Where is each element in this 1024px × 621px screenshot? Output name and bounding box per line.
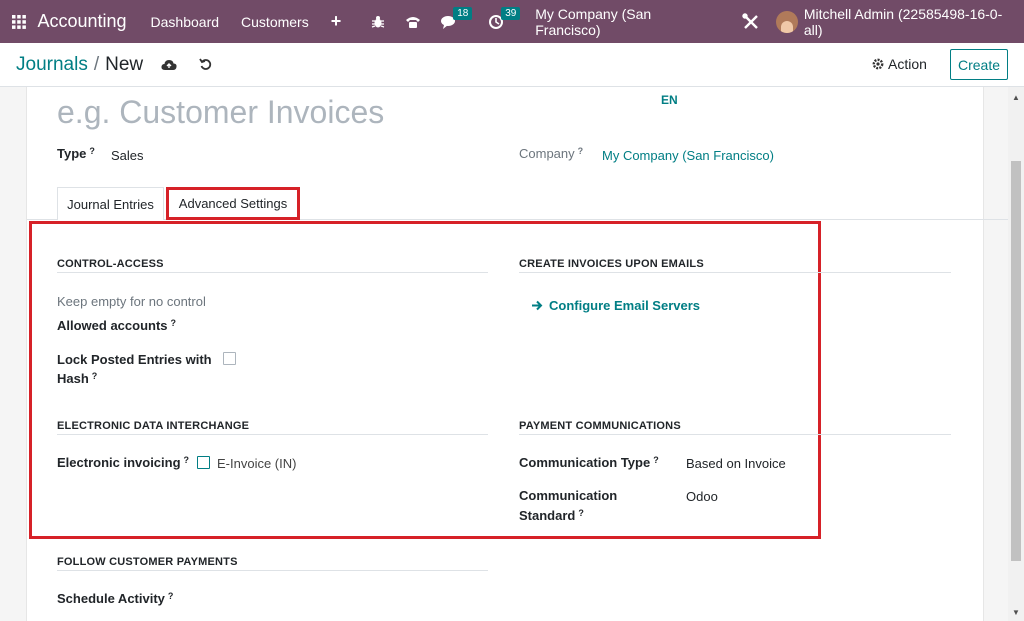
vertical-scrollbar[interactable]: ▲ ▼ xyxy=(1008,87,1024,621)
lock-posted-label-line1: Lock Posted Entries with xyxy=(57,352,212,367)
scroll-down-icon[interactable]: ▼ xyxy=(1012,608,1020,617)
communication-type-select[interactable]: Based on Invoice xyxy=(686,456,786,471)
breadcrumb-current: New xyxy=(105,53,144,75)
language-button[interactable]: EN xyxy=(661,93,678,107)
section-payment-communications: PAYMENT COMMUNICATIONS xyxy=(519,420,681,432)
allowed-accounts-hint: Keep empty for no control xyxy=(57,294,206,309)
activities-badge: 39 xyxy=(501,6,521,20)
section-create-invoices: CREATE INVOICES UPON EMAILS xyxy=(519,258,704,270)
communication-standard-label-line1: Communication xyxy=(519,488,618,503)
breadcrumb-journals[interactable]: Journals xyxy=(16,54,88,75)
menu-customers[interactable]: Customers xyxy=(241,14,309,30)
section-divider xyxy=(519,272,951,273)
messages-icon[interactable]: 18 xyxy=(441,6,473,29)
action-label: Action xyxy=(888,56,927,72)
scrollbar-thumb[interactable] xyxy=(1011,161,1021,561)
tab-advanced-settings[interactable]: Advanced Settings xyxy=(166,187,300,220)
scroll-up-icon[interactable]: ▲ xyxy=(1012,93,1020,102)
company-switcher[interactable]: My Company (San Francisco) xyxy=(535,6,716,38)
communication-type-label: Communication Type? xyxy=(519,455,659,470)
messages-badge: 18 xyxy=(453,6,473,20)
user-name: Mitchell Admin (22585498-16-0-all) xyxy=(803,5,1003,38)
company-field-label: Company? xyxy=(519,146,584,161)
section-divider xyxy=(519,434,951,435)
activities-icon[interactable]: 39 xyxy=(489,6,521,29)
tab-journal-entries[interactable]: Journal Entries xyxy=(57,187,164,220)
gear-icon xyxy=(872,58,884,70)
allowed-accounts-label: Allowed accounts? xyxy=(57,318,177,333)
app-name[interactable]: Accounting xyxy=(37,11,126,32)
section-divider xyxy=(57,272,488,273)
avatar xyxy=(776,10,798,33)
electronic-invoicing-label: Electronic invoicing? xyxy=(57,455,190,470)
menu-plus-icon[interactable]: + xyxy=(331,11,342,32)
phone-icon[interactable] xyxy=(405,15,421,29)
menu-dashboard[interactable]: Dashboard xyxy=(151,14,220,30)
bug-icon[interactable] xyxy=(371,15,385,29)
section-divider xyxy=(57,434,488,435)
type-field-label: Type? xyxy=(57,146,95,161)
arrow-right-icon xyxy=(532,300,543,311)
create-button[interactable]: Create xyxy=(950,49,1008,80)
einvoice-in-checkbox[interactable] xyxy=(197,456,210,469)
control-panel: Journals / New Action Create xyxy=(0,43,1024,87)
tools-icon[interactable] xyxy=(742,12,760,31)
section-divider xyxy=(57,570,488,571)
lock-posted-checkbox[interactable] xyxy=(223,352,236,365)
section-edi: ELECTRONIC DATA INTERCHANGE xyxy=(57,420,250,432)
user-menu[interactable]: Mitchell Admin (22585498-16-0-all) xyxy=(776,6,1016,38)
section-control-access: CONTROL-ACCESS xyxy=(57,258,164,270)
type-field-value[interactable]: Sales xyxy=(111,148,144,163)
discard-icon[interactable] xyxy=(199,58,212,71)
configure-email-servers-link[interactable]: Configure Email Servers xyxy=(531,298,700,313)
section-follow-payments: FOLLOW CUSTOMER PAYMENTS xyxy=(57,556,238,568)
company-field-value[interactable]: My Company (San Francisco) xyxy=(602,148,774,163)
breadcrumb: Journals / New xyxy=(16,54,143,76)
lock-posted-label-line2: Hash? xyxy=(57,371,98,386)
top-navbar: Accounting Dashboard Customers + 18 39 M… xyxy=(0,0,1024,43)
save-cloud-icon[interactable] xyxy=(161,59,177,71)
einvoice-in-label[interactable]: E-Invoice (IN) xyxy=(217,456,296,471)
breadcrumb-separator: / xyxy=(93,53,100,75)
apps-menu-icon[interactable] xyxy=(0,0,37,43)
communication-standard-select[interactable]: Odoo xyxy=(686,489,718,504)
schedule-activity-label: Schedule Activity? xyxy=(57,591,174,606)
communication-standard-label-line2: Standard? xyxy=(519,508,584,523)
journal-name-input[interactable]: e.g. Customer Invoices xyxy=(57,94,384,131)
action-button[interactable]: Action xyxy=(872,56,927,72)
